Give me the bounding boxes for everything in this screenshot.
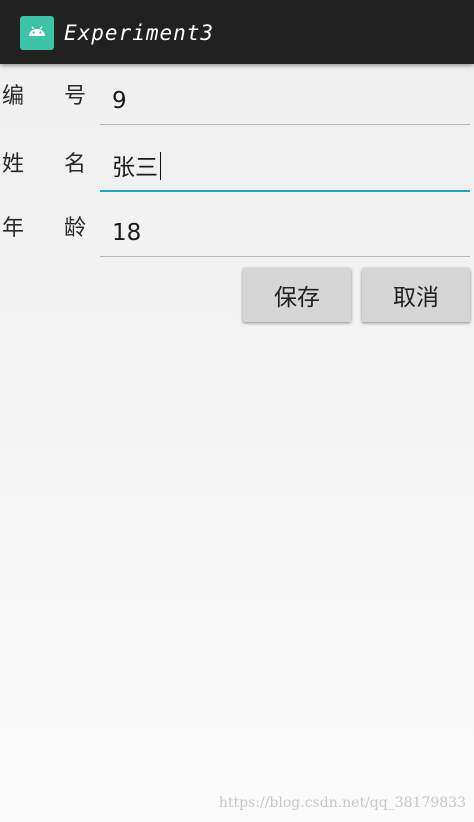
id-label-char-1: 编 <box>2 84 25 109</box>
save-button[interactable]: 保存 <box>243 268 351 322</box>
name-label-char-1: 姓 <box>2 152 25 177</box>
form-row-id: 编 号 9 <box>0 76 474 140</box>
age-input-value: 18 <box>112 220 142 246</box>
form-row-age: 年 龄 18 <box>0 208 474 272</box>
age-input[interactable]: 18 <box>100 212 470 257</box>
app-title: Experiment3 <box>64 21 215 45</box>
name-input-value: 张三 <box>112 155 158 181</box>
watermark: https://blog.csdn.net/qq_38179833 <box>218 795 466 811</box>
age-label-char-2: 龄 <box>64 216 87 241</box>
id-input[interactable]: 9 <box>100 80 470 125</box>
app-bar: Experiment3 <box>0 0 474 64</box>
android-icon <box>20 16 54 50</box>
id-label-char-2: 号 <box>64 84 87 109</box>
text-cursor <box>160 152 161 180</box>
name-label-char-2: 名 <box>64 152 87 177</box>
age-label-char-1: 年 <box>2 216 25 241</box>
name-input-value-wrap: 张三 <box>112 152 161 183</box>
id-input-value: 9 <box>112 88 127 114</box>
name-input[interactable]: 张三 <box>100 146 470 192</box>
cancel-button[interactable]: 取消 <box>362 268 470 322</box>
form-row-name: 姓 名 张三 <box>0 142 474 206</box>
